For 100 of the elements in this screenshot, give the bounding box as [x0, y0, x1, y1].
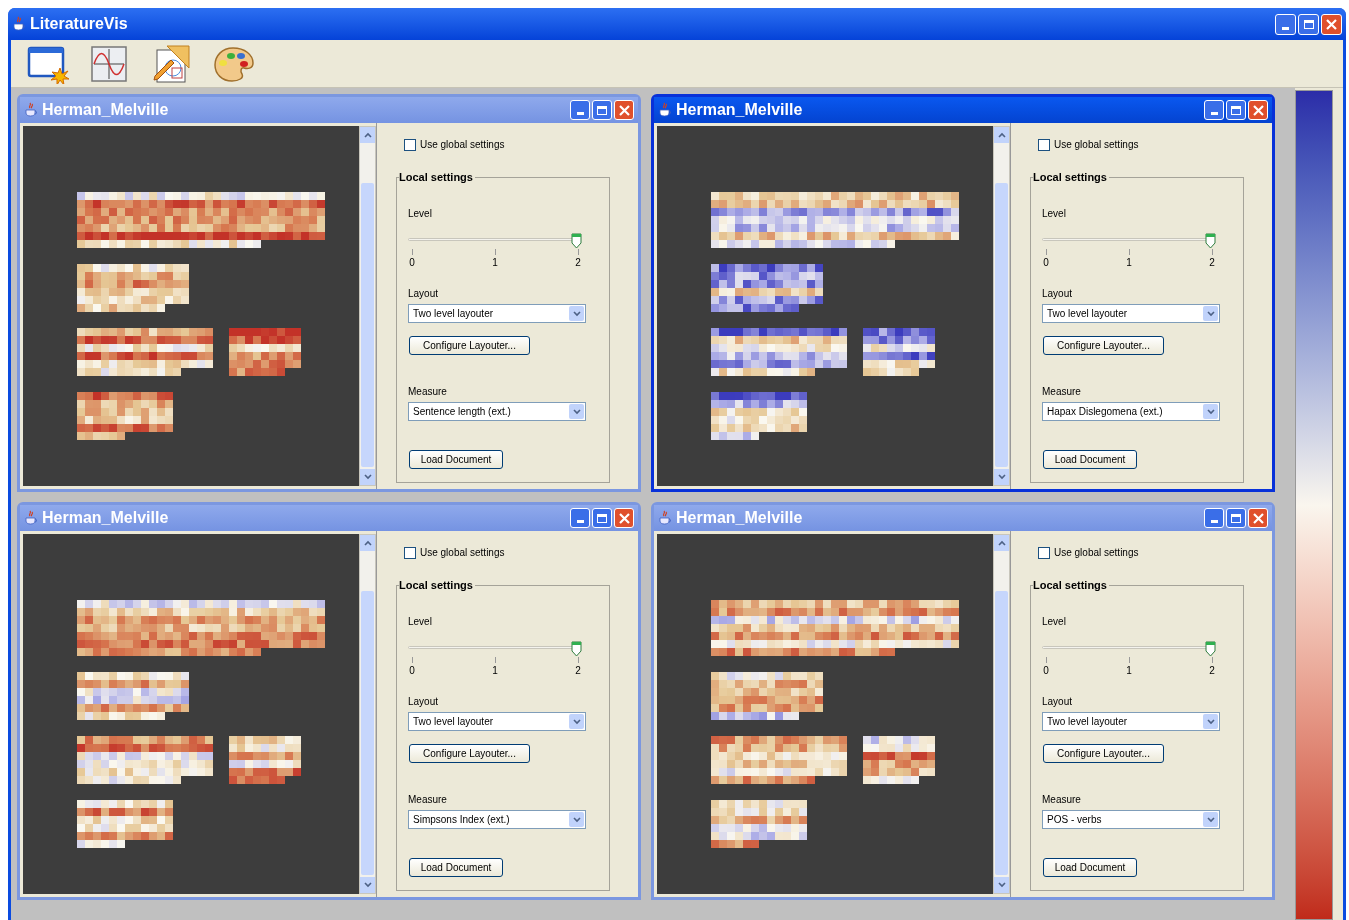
field-label: Measure	[1042, 385, 1082, 399]
caret-down-icon[interactable]	[363, 882, 372, 888]
window-title: Herman_Melville	[42, 508, 169, 528]
coffee-cup-icon	[24, 510, 38, 526]
dropdown[interactable]: Two level layouter	[1042, 304, 1220, 323]
chevron-down-icon	[569, 714, 584, 729]
caret-down-icon[interactable]	[997, 882, 1006, 888]
slider-track[interactable]	[408, 233, 582, 247]
drafting-tools-icon[interactable]	[151, 43, 193, 84]
push-button[interactable]: Load Document	[409, 450, 503, 469]
chevron-down-icon	[1203, 714, 1218, 729]
checkbox-label: Use global settings	[420, 546, 505, 560]
chevron-down-icon	[1203, 404, 1218, 419]
slider-track[interactable]	[1042, 641, 1216, 655]
tick-label: 0	[409, 664, 415, 678]
push-button[interactable]: Configure Layouter...	[409, 336, 530, 355]
app-title: LiteratureVis	[30, 14, 128, 34]
minimize-button[interactable]	[1204, 100, 1224, 120]
close-icon	[618, 512, 630, 524]
caret-up-icon[interactable]	[997, 540, 1006, 546]
field-label: Measure	[408, 793, 448, 807]
window-title: Herman_Melville	[676, 100, 803, 120]
caret-up-icon[interactable]	[363, 540, 372, 546]
dropdown[interactable]: Two level layouter	[1042, 712, 1220, 731]
scrollbar-thumb[interactable]	[995, 183, 1008, 467]
scrollbar-thumb[interactable]	[361, 591, 374, 875]
caret-down-icon[interactable]	[997, 474, 1006, 480]
slider-thumb[interactable]	[571, 233, 582, 249]
push-button[interactable]: Load Document	[1043, 450, 1137, 469]
slider-thumb[interactable]	[571, 641, 582, 657]
maximize-button[interactable]	[592, 100, 612, 120]
dropdown[interactable]: Two level layouter	[408, 304, 586, 323]
checkbox-label: Use global settings	[1054, 546, 1139, 560]
slider-track[interactable]	[408, 641, 582, 655]
coffee-cup-icon	[12, 16, 26, 32]
dropdown[interactable]: Two level layouter	[408, 712, 586, 731]
checkbox-label: Use global settings	[420, 138, 505, 152]
caret-up-icon[interactable]	[997, 132, 1006, 138]
tick-label: 1	[492, 664, 498, 678]
dropdown[interactable]: Hapax Dislegomena (ext.)	[1042, 402, 1220, 421]
window-title: Herman_Melville	[42, 100, 169, 120]
tick-label: 1	[492, 256, 498, 270]
maximize-button[interactable]	[1226, 508, 1246, 528]
minimize-button[interactable]	[1275, 13, 1296, 35]
field-label: Level	[1042, 615, 1067, 629]
coffee-cup-icon	[658, 102, 672, 118]
tick-label: 0	[1043, 664, 1049, 678]
caret-up-icon[interactable]	[363, 132, 372, 138]
checkbox[interactable]	[404, 546, 416, 559]
field-label: Level	[1042, 207, 1067, 221]
tick-label: 0	[1043, 256, 1049, 270]
close-button[interactable]	[1321, 13, 1342, 35]
maximize-button[interactable]	[592, 508, 612, 528]
checkbox[interactable]	[1038, 546, 1050, 559]
slider-thumb[interactable]	[1205, 233, 1216, 249]
scrollbar-thumb[interactable]	[361, 183, 374, 467]
close-button[interactable]	[614, 508, 634, 528]
checkbox[interactable]	[404, 138, 416, 151]
field-label: Layout	[1042, 695, 1074, 709]
tick-label: 2	[1209, 256, 1215, 270]
field-label: Layout	[1042, 287, 1074, 301]
chevron-down-icon	[569, 812, 584, 827]
tick-label: 1	[1126, 664, 1132, 678]
checkbox-label: Use global settings	[1054, 138, 1139, 152]
minimize-button[interactable]	[570, 100, 590, 120]
chevron-down-icon	[1203, 812, 1218, 827]
slider-track[interactable]	[1042, 233, 1216, 247]
push-button[interactable]: Configure Layouter...	[409, 744, 530, 763]
close-icon	[618, 104, 630, 116]
maximize-button[interactable]	[1226, 100, 1246, 120]
close-icon	[1326, 18, 1337, 30]
checkbox[interactable]	[1038, 138, 1050, 151]
field-label: Measure	[1042, 793, 1082, 807]
dropdown[interactable]: Simpsons Index (ext.)	[408, 810, 586, 829]
minimize-button[interactable]	[1204, 508, 1224, 528]
minimize-button[interactable]	[570, 508, 590, 528]
coffee-cup-icon	[658, 510, 672, 526]
caret-down-icon[interactable]	[363, 474, 372, 480]
chevron-down-icon	[569, 404, 584, 419]
field-label: Layout	[408, 287, 440, 301]
close-icon	[1252, 104, 1264, 116]
slider-thumb[interactable]	[1205, 641, 1216, 657]
close-button[interactable]	[1248, 100, 1268, 120]
dropdown[interactable]: POS - verbs	[1042, 810, 1220, 829]
close-button[interactable]	[1248, 508, 1268, 528]
field-label: Level	[408, 615, 433, 629]
dropdown[interactable]: Sentence length (ext.)	[408, 402, 586, 421]
field-label: Measure	[408, 385, 448, 399]
push-button[interactable]: Load Document	[409, 858, 503, 877]
push-button[interactable]: Load Document	[1043, 858, 1137, 877]
coffee-cup-icon	[24, 102, 38, 118]
maximize-button[interactable]	[1298, 13, 1319, 35]
field-label: Level	[408, 207, 433, 221]
tick-label: 2	[575, 256, 581, 270]
push-button[interactable]: Configure Layouter...	[1043, 336, 1164, 355]
push-button[interactable]: Configure Layouter...	[1043, 744, 1164, 763]
chevron-down-icon	[1203, 306, 1218, 321]
scrollbar-thumb[interactable]	[995, 591, 1008, 875]
tick-label: 0	[409, 256, 415, 270]
close-button[interactable]	[614, 100, 634, 120]
